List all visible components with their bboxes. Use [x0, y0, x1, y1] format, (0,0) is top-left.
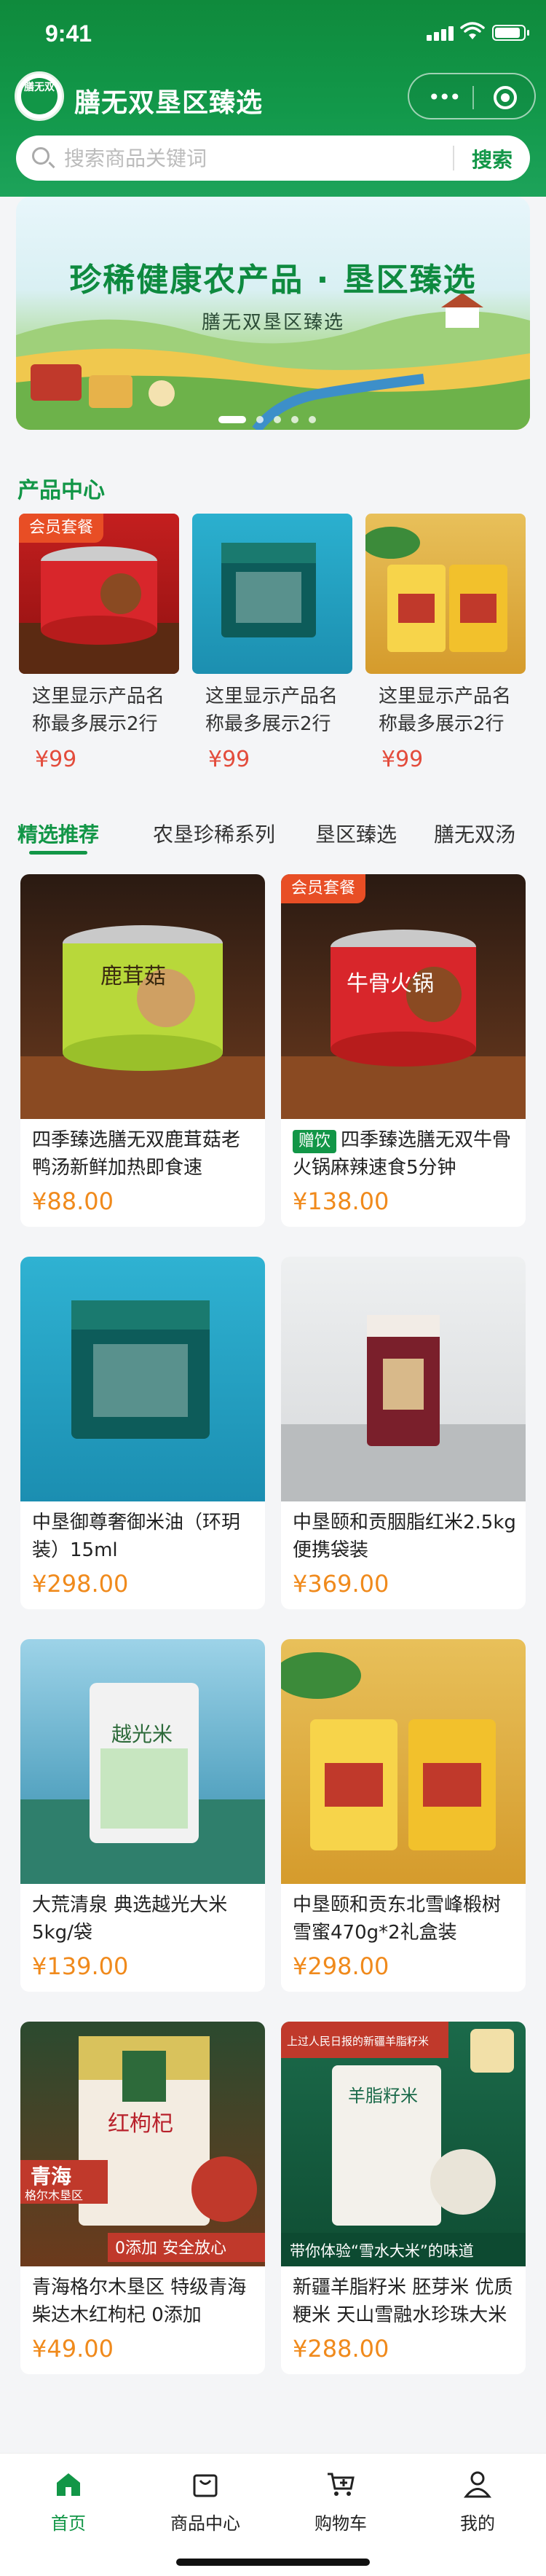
cart-icon [328, 2473, 355, 2496]
status-bar: 9:41 [0, 0, 546, 66]
product-card[interactable]: 鹿茸菇 四季臻选膳无双鹿茸菇老鸭汤新鲜加热即食速 ¥88.00 [20, 874, 265, 1227]
tab-shanwushuang-soup[interactable]: 膳无双汤 [434, 819, 515, 848]
product-name: 这里显示产品名称最多展示2行 [32, 686, 165, 735]
product-price: ¥369.00 [293, 1570, 389, 1598]
banner-subtitle: 膳无双垦区臻选 [201, 312, 344, 334]
product-card[interactable]: 中垦颐和贡东北雪峰椴树雪蜜470g*2礼盒装 ¥298.00 [281, 1639, 526, 1992]
product-price: ¥99 [208, 747, 250, 772]
product-image [365, 514, 526, 674]
product-price: ¥298.00 [32, 1570, 129, 1598]
search-input[interactable] [64, 145, 443, 171]
product-image [20, 1257, 265, 1501]
product-price: ¥49.00 [32, 2335, 114, 2363]
app-logo-text: 膳无双 [21, 78, 58, 114]
region-label-text: 青海 [31, 2164, 71, 2188]
image-slogan-text: 带你体验“雪水大米”的味道 [290, 2242, 474, 2260]
region-sub-text: 格尔木垦区 [25, 2188, 83, 2202]
signal-icon [427, 26, 456, 41]
carousel-indicator[interactable] [218, 412, 326, 426]
battery-icon [492, 25, 529, 41]
nav-home-label: 首页 [51, 2513, 86, 2534]
image-headline-text: 上过人民日报的新疆羊脂籽米 [287, 2035, 429, 2048]
tab-nongken-rare[interactable]: 农垦珍稀系列 [153, 819, 275, 848]
user-icon [463, 2471, 492, 2498]
bag-label-text: 越光米 [111, 1722, 173, 1746]
bag-icon [193, 2474, 218, 2497]
app-logo: 膳无双 [15, 71, 64, 121]
product-card[interactable]: 红枸杞 青海 格尔木垦区 0添加 安全放心 青海格尔木垦区 特级青海柴达木红枸杞… [20, 2022, 265, 2374]
bag-label-text: 羊脂籽米 [348, 2086, 418, 2106]
product-title: 青海格尔木垦区 特级青海柴达木红枸杞 0添加 [32, 2277, 247, 2326]
nav-bar: 膳无双 膳无双垦区臻选 ••• [0, 66, 546, 131]
product-image: 上过人民日报的新疆羊脂籽米 羊脂籽米 带你体验“雪水大米”的味道 [281, 2022, 526, 2266]
product-price: ¥139.00 [32, 1952, 129, 1980]
product-image [281, 1639, 526, 1884]
tab-kenqu-select[interactable]: 垦区臻选 [315, 819, 397, 848]
member-badge: 会员套餐 [281, 874, 366, 903]
product-card[interactable]: 上过人民日报的新疆羊脂籽米 羊脂籽米 带你体验“雪水大米”的味道 新疆羊脂籽米 … [281, 2022, 526, 2374]
wifi-icon [460, 22, 485, 39]
product-title: 新疆羊脂籽米 胚芽米 优质粳米 天山雪融水珍珠大米 [293, 2277, 513, 2326]
app-title: 膳无双垦区臻选 [74, 88, 264, 118]
nav-mine-label: 我的 [460, 2513, 495, 2534]
product-price: ¥298.00 [293, 1952, 389, 1980]
product-card[interactable]: 中垦御尊奢御米油（环玥装）15ml ¥298.00 [20, 1257, 265, 1609]
product-price: ¥288.00 [293, 2335, 389, 2363]
product-price: ¥88.00 [32, 1187, 114, 1215]
product-image: 牛骨火锅 会员套餐 [281, 874, 526, 1119]
bottom-nav: 首页 商品中心 购物车 我的 [0, 2453, 546, 2576]
search-button[interactable]: 搜索 [472, 144, 513, 173]
product-image [281, 1257, 526, 1501]
product-image: 红枸杞 青海 格尔木垦区 0添加 安全放心 [20, 2022, 265, 2266]
product-image [192, 514, 352, 674]
product-card[interactable]: 中垦颐和贡胭脂红米2.5kg便携袋装 ¥369.00 [281, 1257, 526, 1609]
product-price: ¥99 [35, 747, 77, 772]
product-name: 这里显示产品名称最多展示2行 [379, 686, 512, 735]
product-title: 四季臻选膳无双鹿茸菇老鸭汤新鲜加热即食速 [32, 1129, 241, 1179]
nav-product-center-label: 商品中心 [170, 2513, 240, 2534]
nav-cart-label: 购物车 [314, 2513, 367, 2534]
search-bar: 搜索 [16, 136, 530, 181]
search-icon [32, 147, 50, 165]
product-title: 大荒清泉 典选越光大米5kg/袋 [32, 1894, 228, 1944]
bag-label-text: 红枸杞 [108, 2111, 173, 2137]
product-title: 中垦颐和贡东北雪峰椴树雪蜜470g*2礼盒装 [293, 1894, 502, 1944]
product-center-title: 产品中心 [17, 478, 105, 503]
tab-featured[interactable]: 精选推荐 [17, 819, 99, 848]
product-price: ¥99 [381, 747, 424, 772]
tab-active-underline [29, 851, 87, 855]
product-image: 越光米 [20, 1639, 265, 1884]
image-slogan-text: 0添加 安全放心 [115, 2239, 226, 2258]
home-icon [57, 2473, 80, 2496]
product-card[interactable]: 越光米 大荒清泉 典选越光大米5kg/袋 ¥139.00 [20, 1639, 265, 1992]
can-label-text: 鹿茸菇 [100, 964, 166, 989]
mini-program-capsule: ••• [408, 73, 536, 119]
product-name: 这里显示产品名称最多展示2行 [205, 686, 339, 735]
product-card[interactable]: 牛骨火锅 会员套餐 赠饮 四季臻选膳无双牛骨火锅麻辣速食5分钟 ¥138.00 [281, 874, 526, 1227]
product-title: 中垦颐和贡胭脂红米2.5kg便携袋装 [293, 1512, 516, 1561]
capsule-divider [472, 86, 474, 109]
home-indicator [176, 2559, 370, 2566]
more-icon[interactable]: ••• [428, 87, 462, 108]
category-tabs: 精选推荐 农垦珍稀系列 垦区臻选 膳无双汤 [0, 814, 546, 858]
product-price: ¥138.00 [293, 1187, 389, 1215]
product-image: 鹿茸菇 [20, 874, 265, 1119]
banner-title: 珍稀健康农产品 · 垦区臻选 [69, 262, 477, 299]
can-label-text: 牛骨火锅 [347, 971, 434, 997]
hero-banner[interactable]: 珍稀健康农产品 · 垦区臻选 膳无双垦区臻选 [16, 197, 530, 430]
search-divider [453, 146, 454, 170]
close-target-icon[interactable] [494, 86, 517, 109]
product-title: 中垦御尊奢御米油（环玥装）15ml [32, 1512, 241, 1561]
product-title: 赠饮 四季臻选膳无双牛骨火锅麻辣速食5分钟 [293, 1129, 512, 1179]
status-time: 9:41 [45, 20, 92, 47]
member-badge: 会员套餐 [19, 514, 104, 543]
gift-tag: 赠饮 [293, 1130, 337, 1153]
